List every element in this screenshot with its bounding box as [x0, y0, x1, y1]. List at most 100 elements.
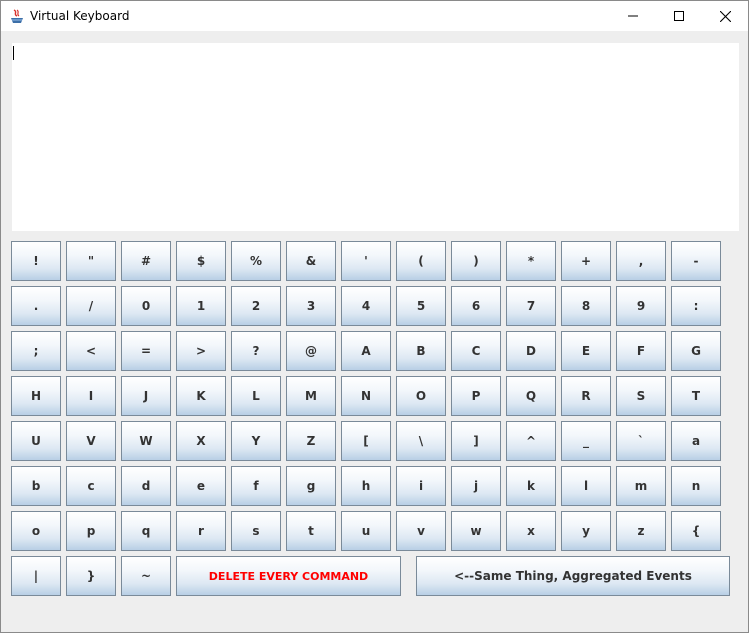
close-button[interactable] — [702, 1, 748, 31]
key-button[interactable]: ( — [396, 241, 446, 281]
key-button[interactable]: / — [66, 286, 116, 326]
key-button[interactable]: P — [451, 376, 501, 416]
key-button[interactable]: " — [66, 241, 116, 281]
key-button[interactable]: G — [671, 331, 721, 371]
key-button[interactable]: & — [286, 241, 336, 281]
key-button[interactable]: 6 — [451, 286, 501, 326]
key-button[interactable]: b — [11, 466, 61, 506]
key-button[interactable]: O — [396, 376, 446, 416]
key-button[interactable]: . — [11, 286, 61, 326]
key-button[interactable]: F — [616, 331, 666, 371]
key-button[interactable]: o — [11, 511, 61, 551]
key-button[interactable]: 4 — [341, 286, 391, 326]
key-button[interactable]: V — [66, 421, 116, 461]
key-button[interactable]: ` — [616, 421, 666, 461]
key-button[interactable]: h — [341, 466, 391, 506]
key-button[interactable]: , — [616, 241, 666, 281]
key-button[interactable]: a — [671, 421, 721, 461]
key-button[interactable]: Y — [231, 421, 281, 461]
key-button[interactable]: Q — [506, 376, 556, 416]
key-button[interactable]: # — [121, 241, 171, 281]
key-button[interactable]: { — [671, 511, 721, 551]
key-button[interactable]: K — [176, 376, 226, 416]
key-button[interactable]: 8 — [561, 286, 611, 326]
key-button[interactable]: u — [341, 511, 391, 551]
key-button[interactable]: q — [121, 511, 171, 551]
key-button[interactable]: } — [66, 556, 116, 596]
key-button[interactable]: N — [341, 376, 391, 416]
maximize-button[interactable] — [656, 1, 702, 31]
key-button[interactable]: H — [11, 376, 61, 416]
key-button[interactable]: > — [176, 331, 226, 371]
key-button[interactable]: I — [66, 376, 116, 416]
key-button[interactable]: _ — [561, 421, 611, 461]
key-button[interactable]: 1 — [176, 286, 226, 326]
key-button[interactable]: A — [341, 331, 391, 371]
key-button[interactable]: % — [231, 241, 281, 281]
key-button[interactable]: e — [176, 466, 226, 506]
key-button[interactable]: E — [561, 331, 611, 371]
key-button[interactable]: t — [286, 511, 336, 551]
key-button[interactable]: D — [506, 331, 556, 371]
key-button[interactable]: p — [66, 511, 116, 551]
key-button[interactable]: < — [66, 331, 116, 371]
key-button[interactable]: m — [616, 466, 666, 506]
key-button[interactable]: l — [561, 466, 611, 506]
key-button[interactable]: Z — [286, 421, 336, 461]
key-button[interactable]: f — [231, 466, 281, 506]
key-button[interactable]: ' — [341, 241, 391, 281]
key-button[interactable]: 5 — [396, 286, 446, 326]
key-button[interactable]: + — [561, 241, 611, 281]
key-button[interactable]: J — [121, 376, 171, 416]
key-button[interactable]: ; — [11, 331, 61, 371]
key-button[interactable]: \ — [396, 421, 446, 461]
key-button[interactable]: [ — [341, 421, 391, 461]
key-button[interactable]: x — [506, 511, 556, 551]
key-button[interactable]: M — [286, 376, 336, 416]
key-button[interactable]: U — [11, 421, 61, 461]
key-button[interactable]: y — [561, 511, 611, 551]
key-button[interactable]: r — [176, 511, 226, 551]
title-bar[interactable]: Virtual Keyboard — [1, 1, 748, 31]
key-button[interactable]: = — [121, 331, 171, 371]
key-button[interactable]: 9 — [616, 286, 666, 326]
key-button[interactable]: R — [561, 376, 611, 416]
text-output-area[interactable] — [12, 43, 739, 231]
aggregated-events-button[interactable]: <--Same Thing, Aggregated Events — [416, 556, 730, 596]
key-button[interactable]: ^ — [506, 421, 556, 461]
key-button[interactable]: L — [231, 376, 281, 416]
minimize-button[interactable] — [610, 1, 656, 31]
key-button[interactable]: T — [671, 376, 721, 416]
key-button[interactable]: c — [66, 466, 116, 506]
key-button[interactable]: S — [616, 376, 666, 416]
key-button[interactable]: z — [616, 511, 666, 551]
key-button[interactable]: g — [286, 466, 336, 506]
key-button[interactable]: d — [121, 466, 171, 506]
key-button[interactable]: ! — [11, 241, 61, 281]
key-button[interactable]: 7 — [506, 286, 556, 326]
key-button[interactable]: j — [451, 466, 501, 506]
key-button[interactable]: * — [506, 241, 556, 281]
key-button[interactable]: ~ — [121, 556, 171, 596]
key-button[interactable]: | — [11, 556, 61, 596]
key-button[interactable]: 0 — [121, 286, 171, 326]
key-button[interactable]: ) — [451, 241, 501, 281]
key-button[interactable]: C — [451, 331, 501, 371]
key-button[interactable]: s — [231, 511, 281, 551]
key-button[interactable]: k — [506, 466, 556, 506]
key-button[interactable]: v — [396, 511, 446, 551]
key-button[interactable]: ? — [231, 331, 281, 371]
key-button[interactable]: n — [671, 466, 721, 506]
delete-every-command-button[interactable]: DELETE EVERY COMMAND — [176, 556, 401, 596]
key-button[interactable]: B — [396, 331, 446, 371]
key-button[interactable]: - — [671, 241, 721, 281]
key-button[interactable]: : — [671, 286, 721, 326]
key-button[interactable]: $ — [176, 241, 226, 281]
key-button[interactable]: X — [176, 421, 226, 461]
key-button[interactable]: 3 — [286, 286, 336, 326]
key-button[interactable]: @ — [286, 331, 336, 371]
key-button[interactable]: W — [121, 421, 171, 461]
key-button[interactable]: w — [451, 511, 501, 551]
key-button[interactable]: i — [396, 466, 446, 506]
key-button[interactable]: ] — [451, 421, 501, 461]
